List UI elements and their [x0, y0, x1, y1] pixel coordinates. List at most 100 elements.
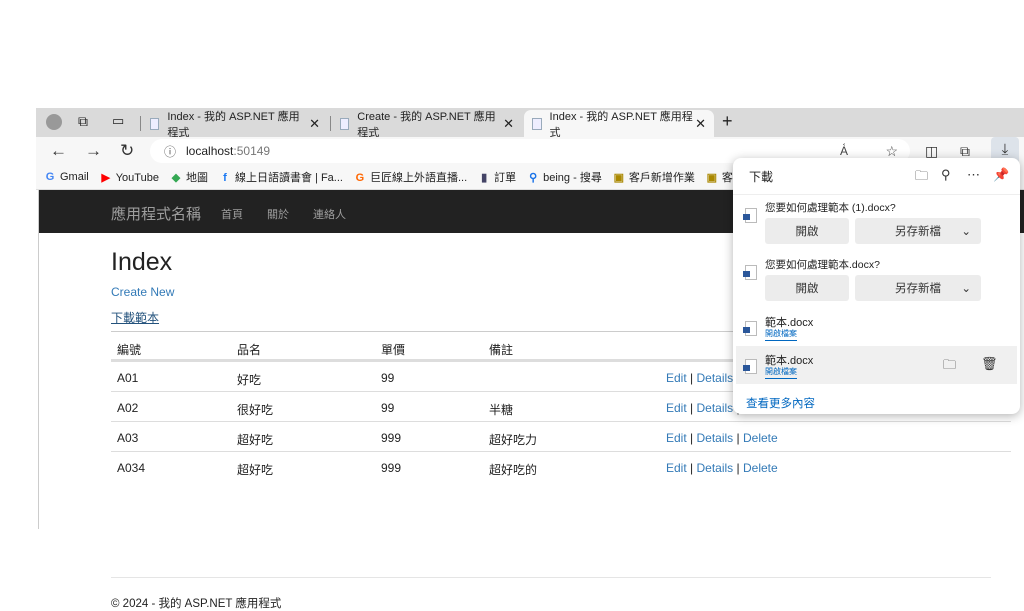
delete-icon[interactable]: 🗑 — [981, 356, 998, 372]
new-tab-button[interactable]: + — [722, 111, 733, 132]
bookmark-customer-add[interactable]: ▣ 客戶新增作業 — [613, 169, 695, 185]
read-aloud-icon[interactable]: A᷾ — [840, 144, 848, 158]
tab-index-active[interactable]: Index - 我的 ASP.NET 應用程式 ✕ — [524, 110, 714, 139]
open-file-link[interactable]: 開啟檔案 — [765, 328, 797, 341]
table-cell: A034 — [117, 461, 146, 475]
see-more-link[interactable]: 查看更多內容 — [746, 395, 815, 411]
nav-contact[interactable]: 連絡人 — [313, 206, 346, 222]
nav-home[interactable]: 首頁 — [221, 206, 243, 222]
pin-icon[interactable]: 📌 — [993, 167, 1009, 183]
edit-link[interactable]: Edit — [666, 371, 687, 385]
header-price: 單價 — [381, 343, 406, 357]
separator: | — [690, 461, 694, 475]
table-cell: 99 — [381, 371, 395, 385]
save-as-button[interactable]: 另存新檔 ⌄ — [855, 218, 981, 244]
bookmark-order[interactable]: ▮ 訂單 — [478, 169, 516, 185]
nav-about[interactable]: 關於 — [267, 206, 289, 222]
bookmark-giant[interactable]: G 巨匠線上外語直播... — [354, 169, 467, 185]
bookmark-maps[interactable]: ◆ 地圖 — [170, 169, 208, 185]
page-icon — [340, 117, 350, 130]
create-new-link[interactable]: Create New — [111, 285, 174, 299]
search-icon[interactable]: ⚲ — [941, 167, 951, 183]
save-as-button[interactable]: 另存新檔 ⌄ — [855, 275, 981, 301]
url-port: :50149 — [233, 144, 271, 158]
separator: | — [736, 461, 740, 475]
table-cell: 超好吃 — [237, 433, 274, 447]
bookmark-gmail[interactable]: G Gmail — [44, 171, 89, 183]
header-name: 品名 — [237, 343, 262, 357]
table-cell: 999 — [381, 461, 402, 475]
delete-link[interactable]: Delete — [743, 461, 778, 475]
table-cell: A01 — [117, 371, 139, 385]
chevron-down-icon: ⌄ — [961, 226, 971, 238]
delete-link[interactable]: Delete — [743, 431, 778, 445]
edit-link[interactable]: Edit — [666, 431, 687, 445]
table-cell: A03 — [117, 431, 139, 445]
details-link[interactable]: Details — [697, 371, 734, 385]
row-actions: Edit | Details | Delete — [666, 461, 778, 475]
word-file-icon — [743, 359, 757, 374]
more-options-icon[interactable]: ⋯ — [967, 167, 980, 183]
details-link[interactable]: Details — [697, 461, 734, 475]
close-tab-icon[interactable]: ✕ — [309, 116, 320, 132]
table-cell: 99 — [381, 401, 395, 415]
downloads-title: 下載 — [749, 170, 774, 184]
table-cell: 好吃 — [237, 373, 262, 387]
download-question: 您要如何處理範本 (1).docx? — [765, 202, 896, 214]
close-tab-icon[interactable]: ✕ — [695, 116, 706, 132]
tab-index-1[interactable]: Index - 我的 ASP.NET 應用程式 ✕ — [142, 110, 328, 139]
table-cell: A02 — [117, 401, 139, 415]
header-note: 備註 — [489, 343, 514, 357]
page-icon — [150, 117, 160, 130]
bookmark-facebook[interactable]: f 線上日語讀書會 | Fa... — [219, 169, 343, 185]
table-cell: 超好吃 — [237, 463, 274, 477]
download-template-link[interactable]: 下載範本 — [111, 309, 159, 326]
refresh-icon[interactable]: ↻ — [120, 141, 134, 161]
page-icon — [532, 117, 542, 130]
forward-icon[interactable]: → — [85, 141, 102, 161]
table-row: A03 超好吃 999 超好吃力 Edit | Details | Delete — [111, 421, 1011, 451]
downloads-panel: 下載 🗀 ⚲ ⋯ 📌 您要如何處理範本 (1).docx? 開啟 另存新檔 ⌄ 您… — [733, 158, 1020, 414]
favorite-star-icon[interactable]: ☆ — [885, 143, 898, 160]
open-file-link[interactable]: 開啟檔案 — [765, 366, 797, 379]
back-icon[interactable]: ← — [50, 141, 67, 161]
edit-link[interactable]: Edit — [666, 461, 687, 475]
separator: | — [690, 401, 694, 415]
bookmark-being[interactable]: ⚲ being - 搜尋 — [527, 169, 602, 185]
tab-label: Create - 我的 ASP.NET 應用程式 — [357, 110, 496, 139]
table-cell: 999 — [381, 431, 402, 445]
profile-avatar[interactable] — [46, 114, 62, 130]
table-row: A034 超好吃 999 超好吃的 Edit | Details | Delete — [111, 451, 1011, 481]
brand-link[interactable]: 應用程式名稱 — [111, 203, 201, 224]
table-cell: 超好吃的 — [489, 463, 538, 477]
tab-actions-icon[interactable]: ▭ — [112, 113, 124, 129]
details-link[interactable]: Details — [697, 431, 734, 445]
separator: | — [690, 431, 694, 445]
table-cell: 半糖 — [489, 403, 514, 417]
tab-label: Index - 我的 ASP.NET 應用程式 — [167, 110, 300, 139]
show-in-folder-icon[interactable]: 🗀 — [943, 356, 956, 378]
table-cell: 超好吃力 — [489, 433, 538, 447]
close-tab-icon[interactable]: ✕ — [503, 116, 514, 132]
separator: | — [690, 371, 694, 385]
details-link[interactable]: Details — [697, 401, 734, 415]
tab-label: Index - 我的 ASP.NET 應用程式 — [549, 110, 693, 139]
download-question: 您要如何處理範本.docx? — [765, 259, 880, 271]
word-file-icon — [743, 265, 757, 280]
tab-bar: ⧉ ▭ Index - 我的 ASP.NET 應用程式 ✕ Create - 我的… — [36, 108, 1024, 139]
bookmark-youtube[interactable]: ▶ YouTube — [100, 171, 159, 184]
open-button[interactable]: 開啟 — [765, 275, 849, 301]
tab-create[interactable]: Create - 我的 ASP.NET 應用程式 ✕ — [332, 110, 522, 139]
url-host: localhost — [186, 144, 234, 158]
separator: | — [736, 431, 740, 445]
open-button[interactable]: 開啟 — [765, 218, 849, 244]
edit-link[interactable]: Edit — [666, 401, 687, 415]
header-id: 編號 — [117, 343, 142, 357]
chevron-down-icon: ⌄ — [961, 283, 971, 295]
word-file-icon — [743, 208, 757, 223]
table-cell: 很好吃 — [237, 403, 274, 417]
row-actions: Edit | Details | Delete — [666, 431, 778, 445]
page-title: Index — [111, 248, 173, 276]
open-folder-icon[interactable]: 🗀 — [915, 167, 928, 189]
workspaces-icon[interactable]: ⧉ — [78, 113, 88, 130]
